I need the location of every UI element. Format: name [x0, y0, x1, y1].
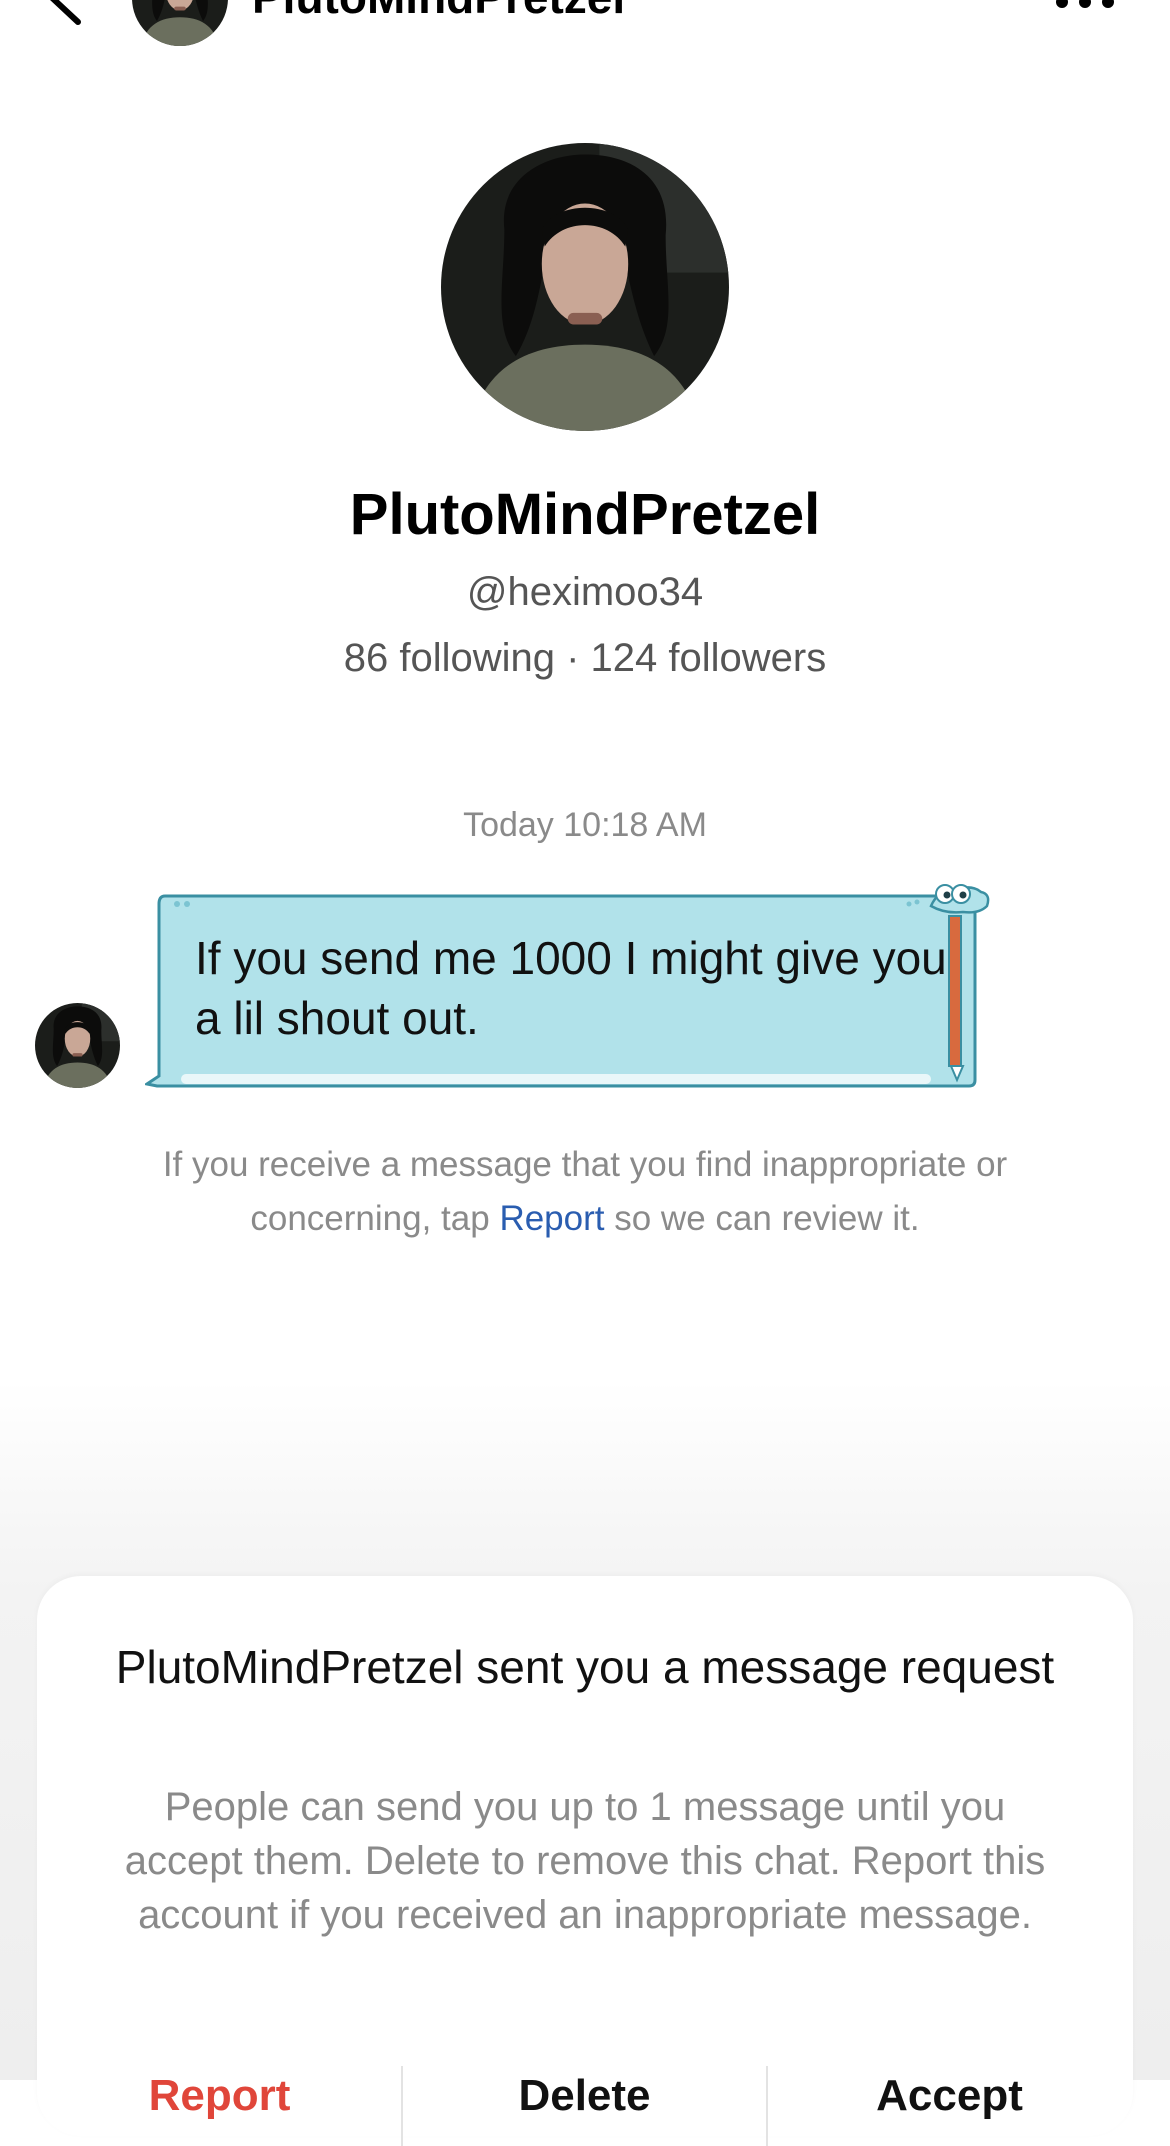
message-request-sheet: PlutoMindPretzel sent you a message requ… — [37, 1576, 1133, 2146]
notice-text-after: so we can review it. — [604, 1199, 920, 1238]
back-arrow-icon — [50, 0, 81, 25]
report-button[interactable]: Report — [37, 2046, 402, 2146]
profile-handle: @heximoo34 — [466, 570, 704, 614]
notice-report-link[interactable]: Report — [499, 1199, 604, 1238]
more-icon — [1056, 0, 1114, 8]
chat-header: PlutoMindPretzel — [0, 0, 1170, 60]
sender-avatar[interactable] — [35, 1003, 120, 1088]
request-description: People can send you up to 1 message unti… — [124, 1785, 1046, 1937]
profile-avatar[interactable] — [441, 143, 729, 431]
message-text: If you send me 1000 I might give you a l… — [195, 932, 947, 1044]
report-notice: If you receive a message that you find i… — [110, 1138, 1060, 1246]
delete-button[interactable]: Delete — [402, 2046, 767, 2146]
profile-follow-stats: 86 following · 124 followers — [343, 636, 827, 680]
request-actions: Report Delete Accept — [37, 2046, 1133, 2146]
accept-button[interactable]: Accept — [767, 2046, 1132, 2146]
message-timestamp: Today 10:18 AM — [463, 806, 707, 844]
back-button[interactable] — [30, 0, 90, 30]
header-username[interactable]: PlutoMindPretzel — [252, 0, 625, 22]
profile-display-name: PlutoMindPretzel — [349, 482, 821, 547]
header-avatar[interactable] — [132, 0, 228, 46]
more-options-button[interactable] — [1050, 0, 1120, 10]
request-title: PlutoMindPretzel sent you a message requ… — [115, 1641, 1055, 1693]
message-bubble[interactable]: If you send me 1000 I might give you a l… — [145, 880, 995, 1090]
